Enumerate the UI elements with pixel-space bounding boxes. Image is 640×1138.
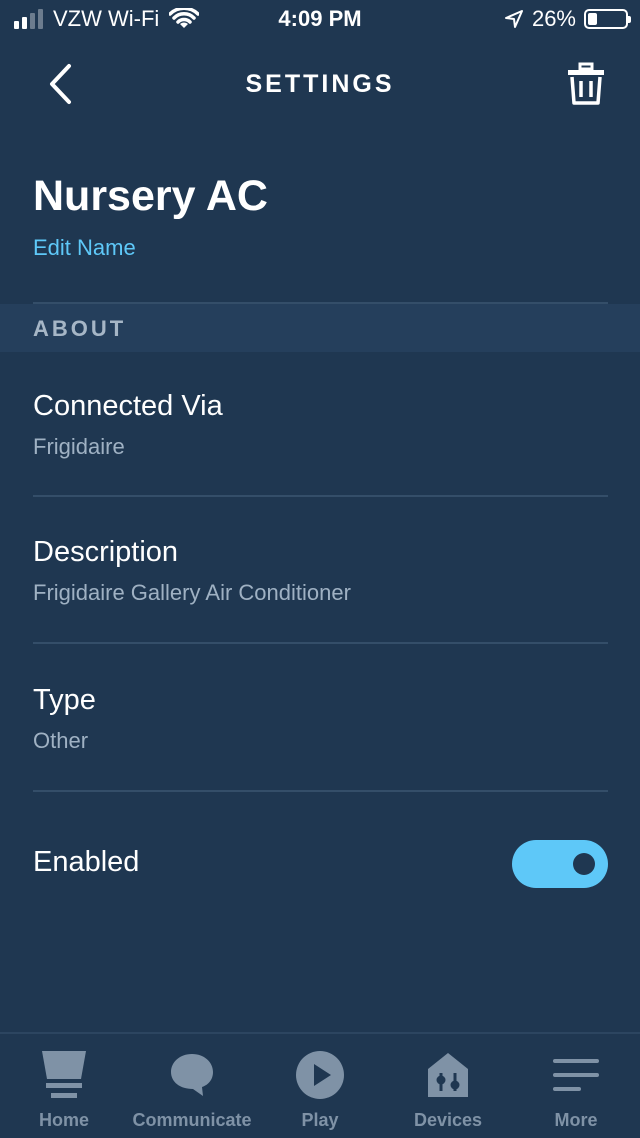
description-value: Frigidaire Gallery Air Conditioner [33,580,351,605]
divider [33,790,608,792]
device-name: Nursery AC [33,172,268,220]
description-title: Description [33,536,179,568]
connected-via-title: Connected Via [33,390,223,422]
tab-home[interactable]: Home [0,1034,128,1138]
edit-name-link[interactable]: Edit Name [33,235,136,261]
tab-more[interactable]: More [512,1034,640,1138]
delete-button[interactable] [564,60,608,108]
battery-percent: 26% [531,6,576,31]
status-bar: VZW Wi-Fi 4:09 PM 26% [0,0,640,40]
communicate-icon [171,1054,213,1096]
enabled-toggle[interactable] [512,840,608,888]
devices-icon [428,1053,468,1097]
trash-icon [568,62,604,105]
location-arrow-icon [504,10,523,28]
section-header-about: ABOUT [0,304,640,352]
divider [33,495,608,497]
connected-via-value: Frigidaire [33,434,125,459]
toggle-knob [573,853,595,875]
tab-devices[interactable]: Devices [384,1034,512,1138]
nav-bar: SETTINGS [0,44,640,124]
tab-bar: Home Communicate Play Devices More [0,1032,640,1138]
type-title: Type [33,684,96,716]
home-icon [42,1051,86,1098]
status-right: 26% [504,6,631,32]
page-title: SETTINGS [245,70,395,98]
battery-fill [588,13,597,25]
enabled-title: Enabled [33,846,140,878]
type-value: Other [33,728,89,753]
battery-icon [584,9,631,29]
tab-label: Home [38,1110,89,1130]
tab-play[interactable]: Play [256,1034,384,1138]
play-icon [296,1051,344,1099]
divider [33,642,608,644]
tab-label: More [554,1110,598,1130]
tab-label: Devices [413,1110,483,1130]
tab-label: Play [301,1110,339,1130]
section-header-label: ABOUT [33,316,127,341]
tab-communicate[interactable]: Communicate [128,1034,256,1138]
more-icon [553,1059,599,1091]
tab-label: Communicate [132,1110,252,1130]
